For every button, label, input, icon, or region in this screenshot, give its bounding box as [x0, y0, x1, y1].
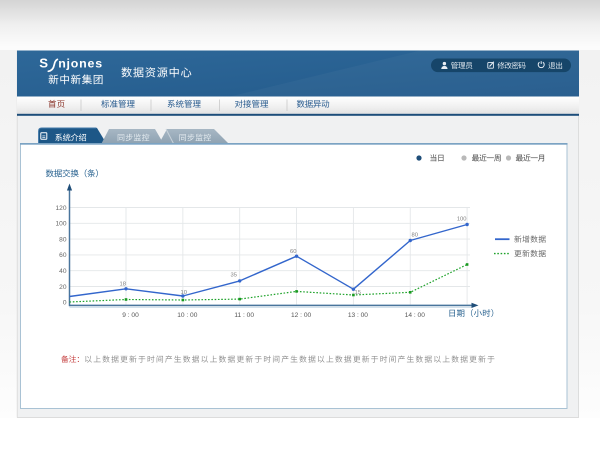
svg-text:100: 100: [457, 217, 467, 223]
svg-text:120: 120: [55, 205, 66, 212]
svg-text:40: 40: [59, 268, 67, 275]
svg-text:35: 35: [231, 273, 237, 279]
svg-text:60: 60: [290, 249, 296, 255]
svg-text:13 : 00: 13 : 00: [348, 312, 368, 319]
svg-text:0: 0: [63, 300, 67, 307]
svg-text:9 : 00: 9 : 00: [122, 312, 139, 319]
svg-text:S: S: [39, 56, 48, 71]
svg-text:14 : 00: 14 : 00: [405, 312, 425, 319]
svg-text:njones: njones: [58, 57, 103, 71]
svg-text:10: 10: [181, 290, 187, 296]
svg-text:20: 20: [59, 284, 67, 291]
svg-text:80: 80: [59, 236, 67, 243]
svg-text:100: 100: [55, 221, 66, 228]
svg-text:11 : 00: 11 : 00: [234, 312, 254, 319]
svg-text:12 : 00: 12 : 00: [291, 312, 311, 319]
svg-text:15: 15: [355, 290, 361, 296]
svg-text:18: 18: [120, 282, 126, 288]
svg-text:10 : 00: 10 : 00: [177, 312, 197, 319]
svg-text:60: 60: [59, 252, 67, 259]
svg-text:80: 80: [412, 233, 418, 239]
